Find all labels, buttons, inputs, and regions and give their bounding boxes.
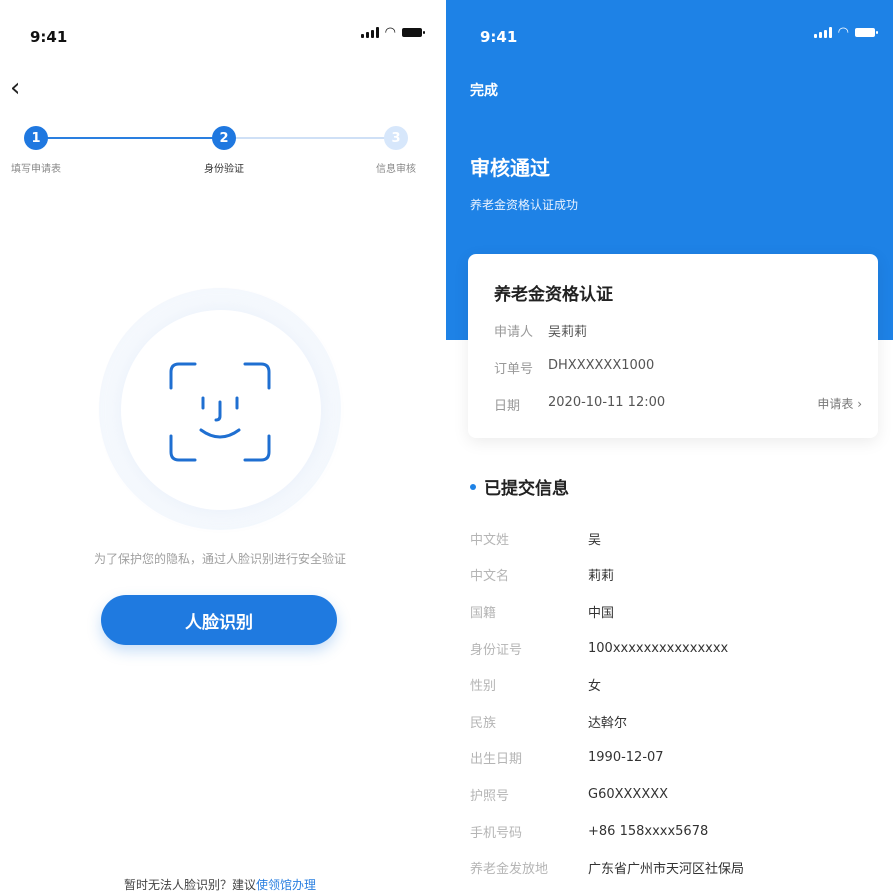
list-item: 民族 达斡尔 bbox=[470, 703, 880, 740]
list-item: 护照号 G60XXXXXX bbox=[470, 776, 880, 813]
list-item: 性别 女 bbox=[470, 666, 880, 703]
signal-icon bbox=[360, 27, 379, 38]
list-item: 中文姓 吴 bbox=[470, 520, 880, 557]
info-value: G60XXXXXX bbox=[588, 786, 669, 802]
info-value: 100xxxxxxxxxxxxxxx bbox=[588, 640, 729, 656]
list-item: 身份证号 100xxxxxxxxxxxxxxx bbox=[470, 630, 880, 667]
face-scan-icon bbox=[169, 362, 271, 462]
step-3-label: 信息审核 bbox=[376, 164, 416, 175]
summary-card: 养老金资格认证 申请人 吴莉莉 订单号 DHXXXXXX1000 日期 2020… bbox=[468, 254, 878, 438]
info-key: 中文名 bbox=[470, 569, 510, 585]
bottom-tip: 暂时无法人脸识别？建议使领馆办理 bbox=[0, 876, 440, 893]
list-item: 中文名 莉莉 bbox=[470, 557, 880, 594]
face-verify-screen: 9:41 ◠ ‹ 1 填写申请表 2 身份验证 3 信息审核 为了保护您的隐私，… bbox=[0, 0, 440, 895]
privacy-text: 为了保护您的隐私，通过人脸识别进行安全验证 bbox=[93, 552, 346, 566]
card-row-value: 2020-10-11 12:00 bbox=[548, 395, 666, 410]
step-1-label: 填写申请表 bbox=[11, 164, 61, 175]
card-title: 养老金资格认证 bbox=[494, 285, 613, 305]
info-value: 女 bbox=[588, 679, 602, 695]
step-3-dot: 3 bbox=[384, 126, 408, 150]
section-title: 已提交信息 bbox=[470, 474, 569, 499]
info-value: 达斡尔 bbox=[588, 715, 628, 731]
bottom-tip-text: 暂时无法人脸识别？建议 bbox=[123, 878, 256, 892]
list-item: 出生日期 1990-12-07 bbox=[470, 740, 880, 777]
card-row-key: 日期 bbox=[494, 399, 521, 414]
embassy-link[interactable]: 使领馆办理 bbox=[256, 878, 316, 892]
list-item: 养老金发放地 广东省广州市天河区社保局 bbox=[470, 849, 880, 886]
progress-steps: 1 填写申请表 2 身份验证 3 信息审核 bbox=[0, 120, 440, 180]
list-item: 国籍 中国 bbox=[470, 593, 880, 630]
battery-icon bbox=[855, 28, 878, 37]
step-1-dot: 1 bbox=[24, 126, 48, 150]
signal-icon bbox=[813, 27, 832, 38]
list-item: 手机号码 +86 158xxxx5678 bbox=[470, 813, 880, 850]
section-dot-icon bbox=[470, 483, 476, 490]
battery-icon bbox=[402, 28, 425, 37]
info-key: 出生日期 bbox=[470, 752, 523, 768]
info-key: 性别 bbox=[470, 679, 497, 695]
card-row-value: DHXXXXXX1000 bbox=[548, 358, 655, 373]
info-value: 广东省广州市天河区社保局 bbox=[588, 862, 745, 878]
step-2-dot: 2 bbox=[212, 126, 236, 150]
page-title: 审核通过 bbox=[470, 156, 550, 180]
wifi-icon: ◠ bbox=[837, 25, 849, 40]
done-button[interactable]: 完成 bbox=[470, 80, 498, 100]
submitted-info-list: 中文姓 吴 中文名 莉莉 国籍 中国 身份证号 100xxxxxxxxxxxxxxx 性… bbox=[470, 520, 880, 886]
status-time: 9:41 bbox=[30, 28, 68, 46]
info-value: +86 158xxxx5678 bbox=[588, 823, 709, 839]
chevron-left-icon[interactable]: ‹ bbox=[10, 74, 40, 104]
step-line-todo bbox=[224, 137, 396, 139]
section-title-text: 已提交信息 bbox=[484, 479, 569, 499]
info-key: 中文姓 bbox=[470, 532, 510, 548]
info-value: 1990-12-07 bbox=[588, 750, 664, 766]
wifi-icon: ◠ bbox=[384, 25, 396, 40]
page-subtitle: 养老金资格认证成功 bbox=[470, 198, 579, 212]
info-value: 中国 bbox=[588, 605, 615, 621]
result-screen: 9:41 ◠ 完成 审核通过 养老金资格认证成功 养老金资格认证 申请人 吴莉莉… bbox=[446, 0, 893, 895]
info-value: 莉莉 bbox=[588, 569, 615, 585]
info-key: 手机号码 bbox=[470, 825, 523, 841]
card-row-key: 申请人 bbox=[494, 325, 534, 340]
info-key: 国籍 bbox=[470, 605, 497, 621]
info-key: 身份证号 bbox=[470, 642, 523, 658]
card-row-applicant: 申请人 吴莉莉 bbox=[494, 321, 587, 340]
step-line-done bbox=[36, 137, 224, 139]
info-value: 吴 bbox=[588, 532, 602, 548]
status-bar: 9:41 ◠ bbox=[446, 0, 893, 60]
info-key: 护照号 bbox=[470, 788, 510, 804]
application-form-link[interactable]: 申请表 › bbox=[817, 395, 862, 412]
status-bar: 9:41 ◠ bbox=[0, 0, 440, 60]
face-recognition-button[interactable]: 人脸识别 bbox=[101, 595, 337, 645]
status-icons: ◠ bbox=[360, 25, 425, 40]
step-2-label: 身份验证 bbox=[204, 164, 244, 175]
info-key: 养老金发放地 bbox=[470, 862, 549, 878]
card-row-key: 订单号 bbox=[494, 362, 534, 377]
card-row-order: 订单号 DHXXXXXX1000 bbox=[494, 358, 654, 377]
status-icons: ◠ bbox=[813, 25, 878, 40]
info-key: 民族 bbox=[470, 715, 497, 731]
card-row-value: 吴莉莉 bbox=[548, 325, 588, 340]
card-row-date: 日期 2020-10-11 12:00 bbox=[494, 395, 665, 414]
status-time: 9:41 bbox=[480, 28, 518, 46]
